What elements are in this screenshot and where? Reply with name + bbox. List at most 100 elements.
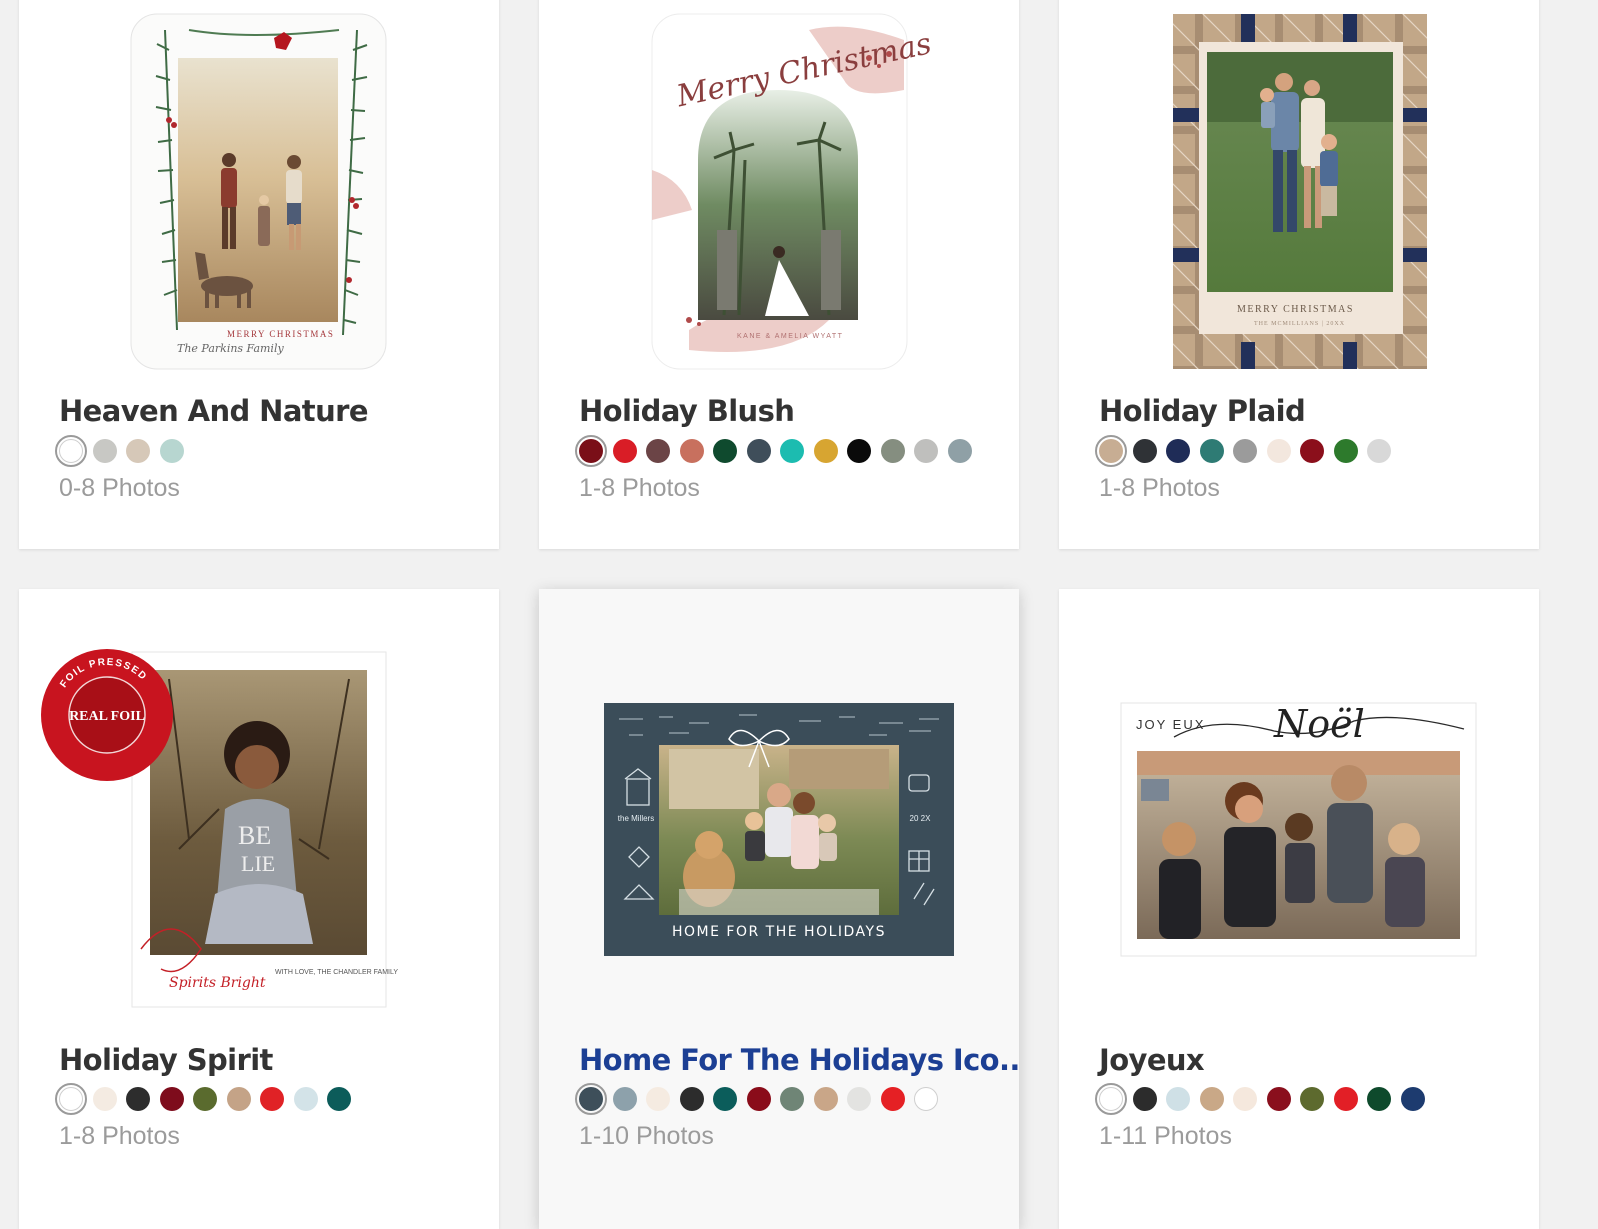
color-swatch[interactable] [55, 1083, 87, 1115]
card-greeting-small: JOY EUX [1136, 717, 1205, 732]
color-swatch[interactable] [679, 439, 704, 463]
color-swatch[interactable] [1333, 439, 1358, 463]
color-swatches [55, 1083, 361, 1115]
color-swatch[interactable] [55, 435, 87, 467]
color-swatch[interactable] [159, 1087, 184, 1111]
color-swatch[interactable] [813, 439, 838, 463]
color-swatch[interactable] [1400, 1087, 1425, 1111]
color-swatch[interactable] [713, 1087, 737, 1111]
color-swatch[interactable] [1095, 1083, 1127, 1115]
color-swatch[interactable] [780, 1087, 804, 1111]
color-swatches [1095, 1083, 1434, 1115]
color-swatch[interactable] [193, 1087, 217, 1111]
color-swatch[interactable] [1199, 439, 1224, 463]
color-swatch[interactable] [746, 439, 771, 463]
design-card-holiday-plaid[interactable]: MERRY CHRISTMAS THE MCMILLIANS | 20XX Ho… [1059, 0, 1539, 549]
color-swatch[interactable] [92, 1087, 117, 1111]
color-swatch[interactable] [713, 439, 737, 463]
card-signature: KANE & AMELIA WYATT [737, 333, 843, 340]
svg-text:BE: BE [238, 821, 271, 850]
card-greeting: MERRY CHRISTMAS [1237, 304, 1354, 315]
color-swatch[interactable] [159, 439, 184, 463]
color-swatch[interactable] [1132, 439, 1157, 463]
photo-count: 1-10 Photos [579, 1122, 714, 1150]
color-swatch[interactable] [1166, 1087, 1190, 1111]
design-card-holiday-spirit[interactable]: BE LIE Spirits Bright WITH LOVE, THE CHA… [19, 589, 499, 1229]
card-title[interactable]: Joyeux [1099, 1043, 1205, 1077]
color-swatch[interactable] [612, 1087, 637, 1111]
color-swatch[interactable] [880, 1087, 905, 1111]
color-swatch[interactable] [847, 439, 871, 463]
card-thumbnail[interactable]: BE LIE Spirits Bright WITH LOVE, THE CHA… [19, 589, 499, 1029]
photo-count: 0-8 Photos [59, 474, 180, 502]
card-signature: WITH LOVE, THE CHANDLER FAMILY [275, 969, 398, 976]
color-swatch[interactable] [1095, 435, 1127, 467]
card-title[interactable]: Heaven And Nature [59, 394, 368, 428]
card-greeting: Noël [1273, 702, 1365, 746]
color-swatch[interactable] [1233, 439, 1257, 463]
card-thumbnail[interactable]: MERRY CHRISTMAS THE MCMILLIANS | 20XX [1059, 0, 1539, 380]
color-swatch[interactable] [260, 1087, 284, 1111]
foil-badge: FOIL PRESSED REAL FOIL [41, 649, 173, 781]
color-swatch[interactable] [1367, 439, 1391, 463]
color-swatch[interactable] [126, 1087, 150, 1111]
color-swatch[interactable] [92, 439, 117, 463]
color-swatch[interactable] [575, 435, 607, 467]
color-swatch[interactable] [575, 1083, 607, 1115]
card-title[interactable]: Holiday Plaid [1099, 394, 1306, 428]
design-card-heaven-and-nature[interactable]: MERRY CHRISTMAS The Parkins Family Heave… [19, 0, 499, 549]
card-thumbnail[interactable]: Merry Christmas KANE & AMELIA WYATT [539, 0, 1019, 380]
color-swatch[interactable] [646, 439, 670, 463]
card-signature: THE MCMILLIANS | 20XX [1254, 321, 1345, 327]
color-swatch[interactable] [1300, 1087, 1324, 1111]
card-thumbnail[interactable]: JOY EUX Noël [1059, 589, 1539, 1029]
card-thumbnail[interactable]: the Millers 20 2X HOME FOR THE HOLIDAYS [539, 589, 1019, 1029]
photo-count: 1-11 Photos [1099, 1122, 1232, 1150]
color-swatch[interactable] [612, 439, 637, 463]
design-card-holiday-blush[interactable]: Merry Christmas KANE & AMELIA WYATT Holi… [539, 0, 1019, 549]
color-swatch[interactable] [780, 439, 804, 463]
color-swatch[interactable] [1199, 1087, 1224, 1111]
color-swatch[interactable] [679, 1087, 704, 1111]
color-swatch[interactable] [1166, 439, 1190, 463]
card-right-text: 20 2X [910, 814, 932, 823]
card-left-text: the Millers [618, 814, 654, 823]
color-swatch[interactable] [1266, 439, 1291, 463]
card-title[interactable]: Holiday Spirit [59, 1043, 273, 1077]
color-swatch[interactable] [1132, 1087, 1157, 1111]
color-swatch[interactable] [813, 1087, 838, 1111]
design-grid: MERRY CHRISTMAS The Parkins Family Heave… [0, 0, 1598, 1229]
card-title[interactable]: Home For The Holidays Ico... [579, 1043, 1019, 1077]
color-swatch[interactable] [880, 439, 905, 463]
photo-count: 1-8 Photos [59, 1122, 180, 1150]
photo-count: 1-8 Photos [579, 474, 700, 502]
color-swatch[interactable] [646, 1087, 670, 1111]
color-swatch[interactable] [1300, 439, 1324, 463]
color-swatches [575, 435, 981, 467]
color-swatch[interactable] [947, 439, 972, 463]
color-swatch[interactable] [293, 1087, 318, 1111]
color-swatch[interactable] [847, 1087, 871, 1111]
color-swatch[interactable] [327, 1087, 351, 1111]
photo-count: 1-8 Photos [1099, 474, 1220, 502]
color-swatch[interactable] [914, 439, 938, 463]
card-title[interactable]: Holiday Blush [579, 394, 795, 428]
color-swatch[interactable] [226, 1087, 251, 1111]
color-swatch[interactable] [914, 1087, 938, 1111]
color-swatch[interactable] [1333, 1087, 1358, 1111]
color-swatch[interactable] [126, 439, 150, 463]
design-card-joyeux[interactable]: JOY EUX Noël Joyeux 1-11 Photos [1059, 589, 1539, 1229]
color-swatch[interactable] [1233, 1087, 1257, 1111]
color-swatches [1095, 435, 1401, 467]
card-greeting: MERRY CHRISTMAS [227, 329, 334, 339]
svg-text:LIE: LIE [241, 851, 275, 876]
card-signature: The Parkins Family [177, 342, 284, 355]
card-thumbnail[interactable]: MERRY CHRISTMAS The Parkins Family [19, 0, 499, 380]
design-card-home-for-the-holidays[interactable]: the Millers 20 2X HOME FOR THE HOLIDAYS … [539, 589, 1019, 1229]
color-swatch[interactable] [1266, 1087, 1291, 1111]
color-swatch[interactable] [1367, 1087, 1391, 1111]
badge-main-text: REAL FOIL [69, 709, 145, 724]
card-greeting: Spirits Bright [169, 975, 266, 991]
color-swatch[interactable] [746, 1087, 771, 1111]
color-swatches [575, 1083, 948, 1115]
